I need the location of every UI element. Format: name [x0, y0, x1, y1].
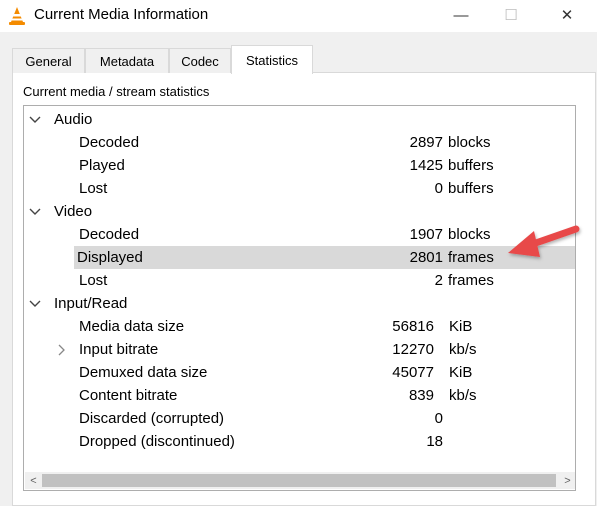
chevron-right-icon[interactable] — [54, 338, 68, 361]
tree-row[interactable]: Discarded (corrupted) 0 — [24, 407, 575, 430]
stat-unit: kb/s — [449, 341, 477, 358]
stat-unit: buffers — [448, 180, 494, 197]
stat-label: Played — [79, 157, 125, 174]
tree-row[interactable]: Media data size 56816 KiB — [24, 315, 575, 338]
tree-row[interactable]: Lost 2 frames — [24, 269, 575, 292]
stat-label: Lost — [79, 272, 108, 289]
tree-group-video[interactable]: Video — [24, 200, 575, 223]
vlc-cone-icon — [9, 7, 25, 25]
stat-value: 12270 — [392, 341, 434, 358]
stat-label: Media data size — [79, 318, 185, 335]
tab-statistics[interactable]: Statistics — [231, 45, 313, 74]
tab-general[interactable]: General — [12, 48, 85, 73]
scroll-right-button[interactable]: > — [559, 472, 575, 489]
tree-group-label: Audio — [54, 111, 93, 128]
stat-value: 18 — [426, 433, 443, 450]
tree-group-label: Video — [54, 203, 93, 220]
stat-label: Dropped (discontinued) — [79, 433, 235, 450]
stat-value: 0 — [434, 410, 443, 427]
scroll-left-button[interactable]: < — [25, 472, 42, 489]
scrollbar-thumb[interactable] — [42, 474, 556, 487]
tree-group-label: Input/Read — [54, 295, 128, 312]
horizontal-scrollbar[interactable]: < > — [25, 472, 575, 489]
tree-row[interactable]: Demuxed data size 45077 KiB — [24, 361, 575, 384]
window-title: Current Media Information — [34, 6, 209, 23]
stat-unit: blocks — [448, 226, 491, 243]
stat-unit: KiB — [449, 318, 473, 335]
stat-value: 45077 — [392, 364, 434, 381]
stat-label: Decoded — [79, 134, 140, 151]
tree-row[interactable]: Played 1425 buffers — [24, 154, 575, 177]
chevron-down-icon[interactable] — [28, 292, 42, 315]
tab-metadata[interactable]: Metadata — [85, 48, 169, 73]
stat-value: 2 — [434, 272, 443, 289]
stat-unit: kb/s — [449, 387, 477, 404]
tree-group-input-read[interactable]: Input/Read — [24, 292, 575, 315]
stat-unit: KiB — [449, 364, 473, 381]
stat-value: 1425 — [409, 157, 443, 174]
statistics-tree[interactable]: Audio Decoded 2897 blocks Played 1425 bu… — [23, 105, 576, 491]
stat-label: Demuxed data size — [79, 364, 208, 381]
close-button[interactable]: ✕ — [544, 0, 590, 30]
tree-row[interactable]: Decoded 2897 blocks — [24, 131, 575, 154]
chevron-down-icon[interactable] — [28, 200, 42, 223]
stat-value: 2897 — [409, 134, 443, 151]
chevron-down-icon[interactable] — [28, 108, 42, 131]
stat-value: 1907 — [409, 226, 443, 243]
stat-label: Discarded (corrupted) — [79, 410, 225, 427]
title-bar: Current Media Information — ☐ ✕ — [0, 0, 597, 32]
tree-row[interactable]: Content bitrate 839 kb/s — [24, 384, 575, 407]
stat-label: Lost — [79, 180, 108, 197]
stat-label: Displayed — [77, 249, 143, 266]
tab-codec[interactable]: Codec — [169, 48, 231, 73]
tree-row[interactable]: Decoded 1907 blocks — [24, 223, 575, 246]
tree-row[interactable]: Input bitrate 12270 kb/s — [24, 338, 575, 361]
stat-unit: frames — [448, 272, 494, 289]
stat-unit: blocks — [448, 134, 491, 151]
stat-value: 56816 — [392, 318, 434, 335]
stat-value: 2801 — [409, 249, 443, 266]
minimize-button[interactable]: — — [438, 0, 484, 30]
stat-unit: frames — [448, 249, 494, 266]
stat-label: Decoded — [79, 226, 140, 243]
tree-row[interactable]: Dropped (discontinued) 18 — [24, 430, 575, 453]
stat-label: Input bitrate — [79, 341, 159, 358]
tree-row[interactable]: Lost 0 buffers — [24, 177, 575, 200]
stat-label: Content bitrate — [79, 387, 178, 404]
stat-value: 839 — [408, 387, 434, 404]
tree-group-audio[interactable]: Audio — [24, 108, 575, 131]
panel-caption: Current media / stream statistics — [23, 84, 210, 99]
stat-value: 0 — [434, 180, 443, 197]
maximize-button[interactable]: ☐ — [488, 0, 534, 30]
red-arrow-annotation-icon — [508, 225, 580, 257]
stat-unit: buffers — [448, 157, 494, 174]
